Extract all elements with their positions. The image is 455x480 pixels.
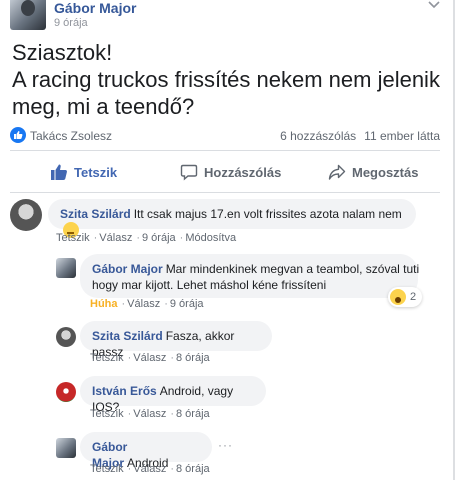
comment-bubble: Gábor Major Android	[80, 432, 212, 470]
reactor-name[interactable]: Takács Zsolesz	[30, 129, 112, 143]
post-action-bar: Tetszik Hozzászólás Megosztás	[10, 152, 440, 192]
reaction-count-pill[interactable]: 2	[388, 287, 423, 307]
post-body: Sziasztok! A racing truckos frissítés ne…	[12, 39, 444, 120]
reactions-summary: Takács Zsolesz 6 hozzászólás 11 ember lát…	[10, 126, 440, 146]
comment-meta: Tetszik · Válasz · 8 órája	[90, 463, 210, 475]
thumbs-up-icon	[51, 164, 67, 180]
chevron-down-icon[interactable]	[427, 0, 441, 10]
comment-author[interactable]: Szita Szilárd	[92, 329, 163, 343]
avatar[interactable]	[56, 382, 76, 402]
like-link[interactable]: Tetszik	[90, 463, 124, 475]
comment-bubble: Szita Szilárd Itt csak majus 17.en volt f…	[48, 199, 416, 238]
share-button[interactable]: Megosztás	[328, 160, 418, 184]
comment-bubble: Szita Szilárd Fasza, akkor passz	[80, 321, 272, 359]
like-link[interactable]: Tetszik	[56, 232, 90, 244]
post-author-name[interactable]: Gábor Major	[54, 0, 136, 16]
reaction-count: 2	[410, 291, 417, 303]
comment-meta: Húha · Válasz · 9 órája	[90, 298, 204, 310]
post-text-line: Sziasztok!	[12, 40, 113, 65]
like-link[interactable]: Tetszik	[90, 352, 124, 364]
comment-author[interactable]: Gábor Major	[92, 262, 163, 276]
comment-text: Itt csak majus 17.en volt frissites azot…	[133, 207, 402, 221]
comment-author[interactable]: István Erős	[92, 384, 157, 398]
comment-time[interactable]: 9 órája	[170, 298, 204, 310]
comment-meta: Tetszik · Válasz · 8 órája	[90, 352, 210, 364]
divider	[10, 192, 440, 193]
more-options-icon[interactable]: ···	[218, 438, 233, 452]
comment-time[interactable]: 9 órája	[142, 232, 176, 244]
avatar[interactable]	[10, 199, 42, 231]
comment-time[interactable]: 8 órája	[176, 408, 210, 420]
reply-link[interactable]: Válasz	[133, 408, 166, 420]
divider	[10, 150, 440, 151]
avatar[interactable]	[56, 258, 76, 278]
avatar[interactable]	[56, 327, 76, 347]
comments-count[interactable]: 6 hozzászólás	[280, 129, 356, 143]
comment-time[interactable]: 8 órája	[176, 463, 210, 475]
post-text-line: A racing truckos frissítés nekem nem jel…	[12, 67, 440, 92]
like-label: Tetszik	[74, 164, 118, 180]
reply-link[interactable]: Válasz	[133, 463, 166, 475]
engagement-counts: 6 hozzászólás 11 ember látta	[280, 129, 440, 143]
like-link[interactable]: Tetszik	[90, 408, 124, 420]
comment-time[interactable]: 8 órája	[176, 352, 210, 364]
like-reaction-icon[interactable]	[10, 127, 26, 143]
reply-link[interactable]: Válasz	[133, 352, 166, 364]
seen-count[interactable]: 11 ember látta	[364, 129, 440, 143]
wow-reaction-icon	[390, 289, 406, 305]
edited-label: Módosítva	[185, 232, 237, 244]
comment-bubble: Gábor Major Mar mindenkinek megvan a team…	[80, 254, 420, 298]
post-timestamp[interactable]: 9 órája	[54, 17, 88, 29]
comment-label: Hozzászólás	[204, 164, 282, 180]
comment-meta: Tetszik · Válasz · 8 órája	[90, 408, 210, 420]
reply-link[interactable]: Válasz	[127, 298, 160, 310]
comment-meta: Tetszik · Válasz · 9 órája · Módosítva	[56, 232, 237, 244]
like-button[interactable]: Tetszik	[50, 160, 117, 184]
post-text-line: meg, mi a teendő?	[12, 94, 195, 119]
comment-icon	[180, 164, 198, 181]
comment-text-line: hogy mar kijott. Lehet máshol kéne friss…	[92, 278, 327, 292]
share-icon	[328, 164, 346, 180]
comment-bubble: István Erős Android, vagy IOS?	[80, 376, 266, 414]
comment-text-line: Mar mindenkinek megvan a teambol, szóval…	[165, 262, 420, 276]
reply-link[interactable]: Válasz	[99, 232, 132, 244]
wow-reaction-link[interactable]: Húha	[90, 298, 118, 310]
post-header: Gábor Major 9 órája	[0, 0, 455, 36]
share-label: Megosztás	[352, 164, 419, 180]
post-author-avatar[interactable]	[10, 0, 46, 30]
avatar[interactable]	[56, 438, 76, 458]
comment-button[interactable]: Hozzászólás	[180, 160, 281, 184]
comment-author[interactable]: Szita Szilárd	[60, 207, 131, 221]
